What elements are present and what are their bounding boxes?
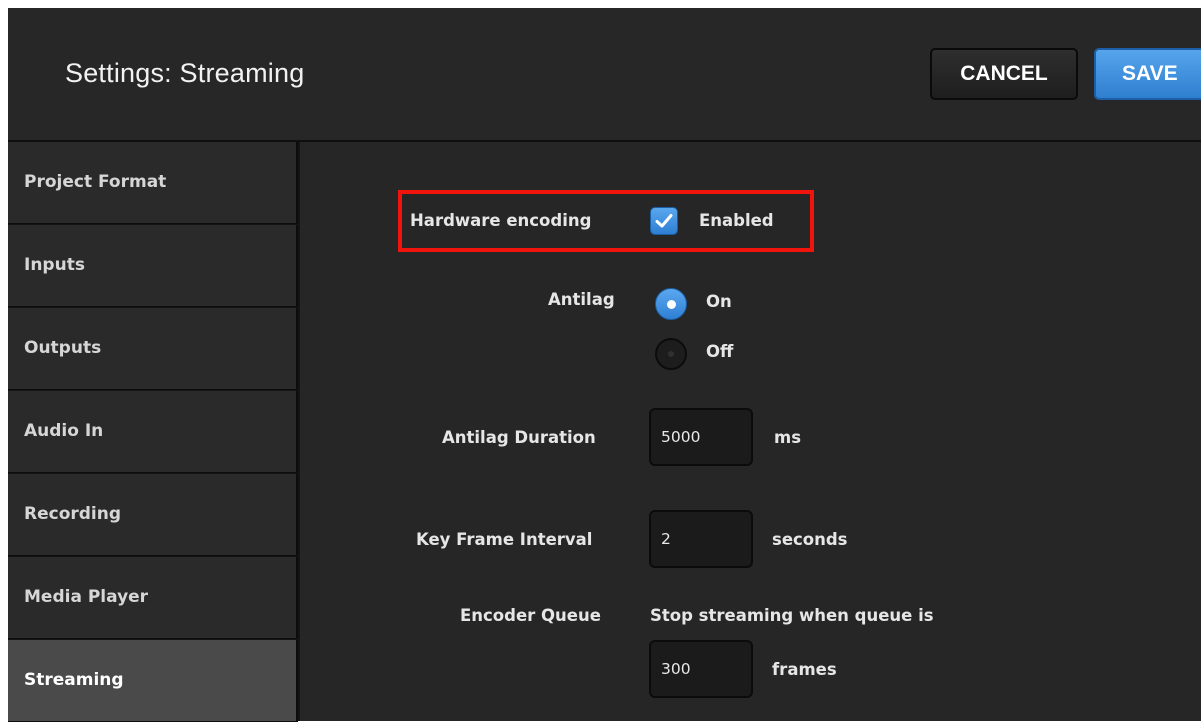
- sidebar-item-label: Streaming: [24, 670, 124, 690]
- sidebar-item-project-format[interactable]: Project Format: [8, 142, 298, 224]
- antilag-label: Antilag: [548, 290, 615, 309]
- sidebar-item-outputs[interactable]: Outputs: [8, 308, 298, 390]
- encoder-queue-unit: frames: [772, 660, 837, 679]
- encoder-queue-description: Stop streaming when queue is: [650, 606, 934, 625]
- antilag-on-label: On: [706, 292, 732, 311]
- sidebar-item-label: Project Format: [24, 172, 167, 192]
- checkmark-icon: [655, 214, 673, 228]
- sidebar-item-streaming[interactable]: Streaming: [8, 640, 298, 722]
- antilag-duration-input[interactable]: 5000: [649, 408, 753, 466]
- sidebar-item-audio-in[interactable]: Audio In: [8, 391, 298, 473]
- page-title: Settings: Streaming: [65, 58, 305, 88]
- antilag-on-radio[interactable]: [655, 288, 687, 320]
- antilag-duration-label: Antilag Duration: [442, 428, 596, 447]
- sidebar-item-inputs[interactable]: Inputs: [8, 225, 298, 307]
- sidebar-item-label: Inputs: [24, 255, 85, 275]
- cancel-button[interactable]: CANCEL: [930, 48, 1078, 100]
- key-frame-interval-label: Key Frame Interval: [416, 530, 593, 549]
- hardware-encoding-checkbox[interactable]: [650, 207, 678, 235]
- settings-form: Hardware encoding Enabled Antilag On Off…: [300, 142, 1201, 721]
- key-frame-interval-unit: seconds: [772, 530, 848, 549]
- save-button[interactable]: SAVE: [1094, 48, 1201, 100]
- antilag-duration-unit: ms: [774, 428, 802, 447]
- settings-window: Settings: Streaming CANCEL SAVE Project …: [8, 8, 1201, 722]
- header-bar: Settings: Streaming CANCEL SAVE: [8, 8, 1201, 142]
- hardware-encoding-checkbox-label: Enabled: [699, 211, 774, 230]
- sidebar-item-recording[interactable]: Recording: [8, 474, 298, 556]
- encoder-queue-label: Encoder Queue: [460, 606, 601, 625]
- sidebar-item-label: Outputs: [24, 338, 102, 358]
- sidebar-item-label: Audio In: [24, 421, 104, 441]
- sidebar-item-label: Media Player: [24, 587, 149, 607]
- antilag-off-radio[interactable]: [655, 338, 687, 370]
- key-frame-interval-input[interactable]: 2: [649, 510, 753, 568]
- sidebar-item-media-player[interactable]: Media Player: [8, 557, 298, 639]
- hardware-encoding-label: Hardware encoding: [410, 211, 592, 230]
- encoder-queue-input[interactable]: 300: [649, 640, 753, 698]
- sidebar-item-label: Recording: [24, 504, 122, 524]
- antilag-off-label: Off: [706, 342, 734, 361]
- sidebar: Project Format Inputs Outputs Audio In R…: [8, 142, 300, 722]
